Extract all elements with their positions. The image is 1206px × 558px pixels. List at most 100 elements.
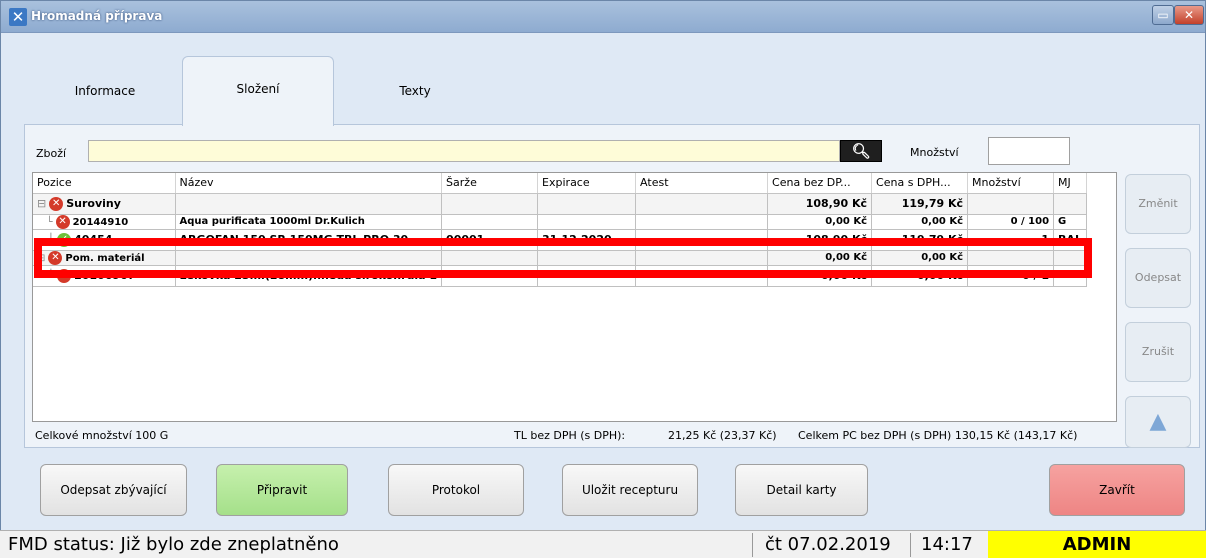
- empty-cell: [442, 370, 538, 391]
- table-cell: 119,79 Kč: [871, 193, 969, 215]
- zbozi-label: Zboží: [36, 147, 67, 160]
- cell-text: 0,00 Kč: [921, 215, 964, 227]
- table-cell: 0,00 Kč: [767, 214, 873, 230]
- table-cell: ⊟ ✕ Suroviny: [33, 193, 176, 215]
- empty-cell: [636, 349, 768, 370]
- table-cell: ⊟ ✕ Pom. materiál: [33, 250, 176, 266]
- empty-cell: [968, 307, 1054, 328]
- empty-cell: [636, 307, 768, 328]
- table-cell: [635, 250, 769, 266]
- status-time: 14:17: [921, 534, 973, 555]
- table-row[interactable]: └ ✕ 20106967 Lékovka 23ml(28mm)hnědá široko…: [33, 265, 1087, 287]
- odepsat-zbyvajici-button[interactable]: Odepsat zbývající: [40, 464, 187, 516]
- status-user: ADMIN: [988, 531, 1206, 558]
- odepsat-button[interactable]: Odepsat: [1125, 248, 1191, 308]
- zrusit-button[interactable]: Zrušit: [1125, 322, 1191, 382]
- cell-text: 40454: [74, 232, 113, 246]
- table-cell: └ ✕ 20106967: [33, 265, 176, 287]
- empty-cell: [538, 349, 636, 370]
- zavrit-button[interactable]: Zavřít: [1049, 464, 1185, 516]
- pripravit-button[interactable]: Připravit: [216, 464, 348, 516]
- ulozit-recepturu-button[interactable]: Uložit recepturu: [562, 464, 698, 516]
- table-row[interactable]: └ ✓ 40454 ARGOFAN 150 SR 150MG TBL PRO 30 00…: [33, 229, 1087, 251]
- table-cell: [175, 250, 443, 266]
- table-cell: G: [1053, 214, 1087, 230]
- cell-text: BAL: [1058, 233, 1082, 246]
- table-cell: [441, 214, 539, 230]
- table-cell: [175, 193, 443, 215]
- search-button[interactable]: 🔍︎: [840, 140, 882, 162]
- column-header[interactable]: Množství: [967, 173, 1055, 194]
- zmenit-button[interactable]: Změnit: [1125, 174, 1191, 234]
- column-header[interactable]: Atest: [635, 173, 769, 194]
- composition-grid[interactable]: Pozice Název Šarže Expirace Atest Cena bez DP…: [32, 172, 1117, 422]
- close-button[interactable]: ✕: [1174, 5, 1204, 25]
- empty-cell: [1054, 349, 1087, 370]
- table-row[interactable]: ⊟ ✕ Suroviny 108,90 Kč 119,79 Kč: [33, 193, 1087, 215]
- column-header[interactable]: Šarže: [441, 173, 539, 194]
- check-icon: ✓: [57, 232, 72, 247]
- tl-label: TL bez DPH (s DPH):: [514, 429, 626, 442]
- table-cell: [1053, 250, 1087, 266]
- table-cell: ARGOFAN 150 SR 150MG TBL PRO 30: [175, 229, 443, 251]
- tab-informace[interactable]: Informace: [45, 58, 165, 124]
- tab-slozeni[interactable]: Složení: [182, 56, 334, 126]
- cell-text: 0,00 Kč: [821, 269, 868, 282]
- column-header[interactable]: Cena s DPH...: [871, 173, 969, 194]
- mnozstvi-label: Množství: [910, 146, 959, 159]
- column-header[interactable]: Expirace: [537, 173, 637, 194]
- mnozstvi-input[interactable]: [988, 137, 1070, 165]
- table-cell: [635, 193, 769, 215]
- minimize-button[interactable]: ▭: [1152, 5, 1174, 25]
- empty-cell: [636, 286, 768, 307]
- cell-text: 108,90 Kč: [805, 233, 868, 246]
- table-cell: [537, 265, 637, 287]
- cell-text: Aqua purificata 1000ml Dr.Kulich: [179, 215, 365, 227]
- cell-text: Pom. materiál: [65, 252, 145, 264]
- empty-cell: [33, 328, 175, 349]
- table-cell: [441, 265, 539, 287]
- table-cell: 0 / 1: [967, 265, 1055, 287]
- table-cell: [635, 229, 769, 251]
- empty-cell: [1054, 328, 1087, 349]
- table-cell: [537, 214, 637, 230]
- grid-body: ⊟ ✕ Suroviny 108,90 Kč 119,79 Kč └ ✕ 20144910 A…: [33, 193, 1087, 391]
- error-icon: ✕: [48, 250, 63, 264]
- zbozi-input[interactable]: [88, 140, 840, 162]
- empty-row: [33, 328, 1086, 349]
- error-icon: ✕: [57, 268, 72, 283]
- tab-texty[interactable]: Texty: [360, 58, 470, 124]
- empty-cell: [1054, 307, 1087, 328]
- table-cell: [1053, 265, 1087, 287]
- error-icon: ✕: [55, 214, 70, 228]
- grid-header-row: Pozice Název Šarže Expirace Atest Cena bez DP…: [33, 173, 1087, 194]
- table-row[interactable]: ⊟ ✕ Pom. materiál 0,00 Kč 0,00 Kč: [33, 250, 1087, 266]
- table-cell: 0,00 Kč: [871, 265, 969, 287]
- collapse-icon[interactable]: ⊟: [37, 197, 46, 210]
- status-bar: FMD status: Již bylo zde zneplatněno čt …: [0, 530, 1206, 558]
- detail-karty-button[interactable]: Detail karty: [735, 464, 868, 516]
- table-cell: [537, 193, 637, 215]
- column-header[interactable]: MJ: [1053, 173, 1087, 194]
- fmd-status-text: FMD status: Již bylo zde zneplatněno: [8, 534, 339, 555]
- total-quantity: Celkové množství 100 G: [35, 429, 169, 442]
- move-button[interactable]: ▲: [1125, 396, 1191, 448]
- empty-cell: [768, 328, 872, 349]
- collapse-icon[interactable]: ⊟: [37, 253, 45, 264]
- table-cell: [441, 193, 539, 215]
- cell-text: 00001: [446, 233, 485, 246]
- protokol-button[interactable]: Protokol: [388, 464, 524, 516]
- column-header[interactable]: Pozice: [33, 173, 176, 194]
- column-header[interactable]: Cena bez DP...: [767, 173, 873, 194]
- table-cell: 00001: [441, 229, 539, 251]
- empty-cell: [538, 307, 636, 328]
- column-header[interactable]: Název: [175, 173, 443, 194]
- tree-line-icon: └: [37, 216, 53, 228]
- table-cell: [537, 250, 637, 266]
- cell-text: 0,00 Kč: [917, 269, 964, 282]
- table-row[interactable]: └ ✕ 20144910 Aqua purificata 1000ml Dr.Kuli…: [33, 214, 1087, 230]
- empty-cell: [768, 307, 872, 328]
- cell-text: 0 / 1: [1022, 269, 1050, 282]
- empty-cell: [636, 370, 768, 391]
- title-bar: ✕ Hromadná příprava ▭ ✕: [1, 1, 1205, 33]
